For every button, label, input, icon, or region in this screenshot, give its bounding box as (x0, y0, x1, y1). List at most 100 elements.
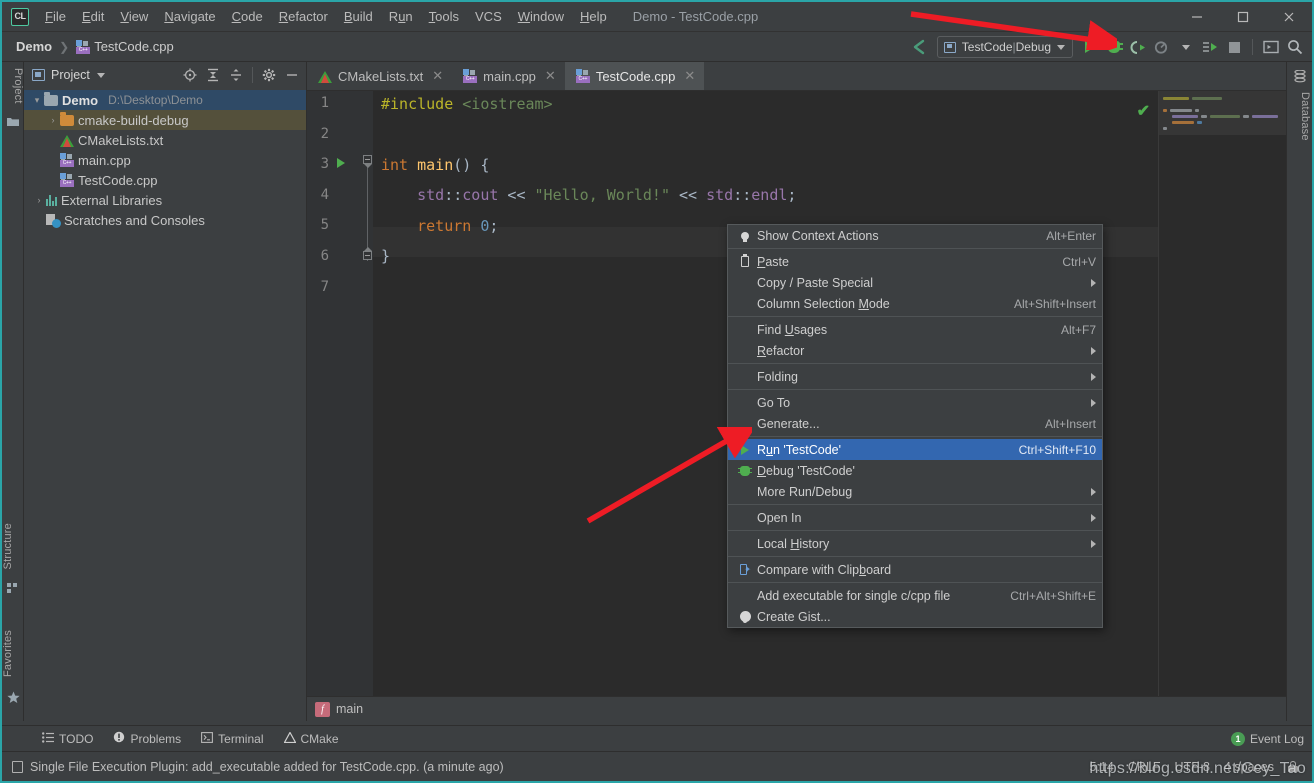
tree-item-cmakelists[interactable]: CMakeLists.txt (24, 130, 306, 150)
run-button[interactable] (1079, 35, 1101, 59)
menu-item-compare-with-clipboard[interactable]: ✦ Compare with Clipboard (728, 559, 1102, 580)
breadcrumb-project[interactable]: Demo (16, 39, 52, 54)
navigation-toolbar: Demo ❯ C++ TestCode.cpp TestCode|Debug (2, 32, 1312, 62)
menu-item-column-selection-mode[interactable]: Column Selection Mode Alt+Shift+Insert (728, 293, 1102, 314)
menu-item-folding[interactable]: Folding (728, 366, 1102, 387)
menu-tools[interactable]: Tools (421, 7, 467, 26)
tree-item-demo[interactable]: ▾ Demo D:\Desktop\Demo (24, 90, 306, 110)
menu-item-create-gist[interactable]: Create Gist... (728, 606, 1102, 627)
menu-item-shortcut: Alt+Enter (1046, 228, 1096, 243)
sidebar-tab-structure[interactable]: Structure (2, 519, 24, 573)
tab-close-icon[interactable]: ✕ (684, 68, 695, 84)
tab-label: TestCode.cpp (595, 68, 676, 84)
tree-item-external-libraries[interactable]: › External Libraries (24, 190, 306, 210)
sidebar-tab-favorites[interactable]: Favorites (2, 626, 24, 681)
chevron-down-icon[interactable]: ▾ (30, 95, 44, 106)
debug-button[interactable] (1103, 35, 1125, 59)
submenu-arrow-icon (1091, 278, 1096, 287)
bottom-tab-cmake[interactable]: CMake (274, 730, 349, 746)
bottom-tab-terminal[interactable]: Terminal (191, 732, 273, 746)
stop-button[interactable] (1223, 35, 1245, 59)
editor-context-menu: Show Context Actions Alt+Enter Paste Ctr… (727, 224, 1103, 628)
menu-item-more-run-debug[interactable]: More Run/Debug (728, 481, 1102, 502)
file-encoding[interactable]: UTF-8 (1175, 760, 1210, 774)
cpp-file-icon: C++ (463, 69, 478, 83)
close-button[interactable] (1266, 2, 1312, 32)
fold-collapse-end-icon[interactable] (363, 247, 372, 260)
status-message-area[interactable]: Single File Execution Plugin: add_execut… (2, 760, 504, 774)
breadcrumb-file[interactable]: TestCode.cpp (94, 39, 174, 54)
breadcrumb-function-name[interactable]: main (336, 702, 363, 716)
menu-edit[interactable]: Edit (74, 7, 112, 26)
gear-icon[interactable] (259, 65, 279, 85)
bottom-tab-todo[interactable]: TODO (32, 732, 103, 746)
menu-item-go-to[interactable]: Go To (728, 392, 1102, 413)
tree-item-main-cpp[interactable]: C++ main.cpp (24, 150, 306, 170)
profile-dropdown[interactable] (1175, 35, 1197, 59)
indent-setting[interactable]: 4 spaces (1224, 760, 1274, 774)
tab-close-icon[interactable]: ✕ (545, 68, 556, 84)
menu-item-open-in[interactable]: Open In (728, 507, 1102, 528)
caret-position[interactable]: 5:14 (1090, 760, 1114, 774)
menu-file-label: ile (52, 9, 66, 24)
menu-item-refactor[interactable]: Refactor (728, 340, 1102, 361)
menu-item-show-context-actions[interactable]: Show Context Actions Alt+Enter (728, 225, 1102, 246)
tab-main-cpp[interactable]: C++ main.cpp ✕ (452, 62, 565, 90)
inspection-status-icon[interactable]: ✔ (1137, 101, 1150, 121)
menu-vcs[interactable]: VCS (467, 7, 510, 26)
menu-file[interactable]: File (37, 7, 74, 26)
menu-item-generate[interactable]: Generate... Alt+Insert (728, 413, 1102, 434)
chevron-right-icon[interactable]: › (32, 195, 46, 205)
menu-item-debug-testcode[interactable]: Debug 'TestCode' (728, 460, 1102, 481)
menu-item-run-testcode[interactable]: Run 'TestCode' Ctrl+Shift+F10 (728, 439, 1102, 460)
sidebar-tab-project[interactable]: Project (2, 64, 24, 108)
menu-build[interactable]: Build (336, 7, 381, 26)
expand-all-icon[interactable] (203, 65, 223, 85)
run-with-coverage-button[interactable] (1127, 35, 1149, 59)
search-icon[interactable] (1284, 35, 1306, 59)
tab-testcode-cpp[interactable]: C++ TestCode.cpp ✕ (564, 62, 705, 90)
gutter-run-icon[interactable] (337, 158, 345, 168)
back-arrow-icon[interactable] (909, 35, 931, 59)
menu-navigate[interactable]: Navigate (156, 7, 223, 26)
menu-item-paste[interactable]: Paste Ctrl+V (728, 251, 1102, 272)
sidebar-tab-database[interactable]: Database (1289, 88, 1311, 145)
menu-window[interactable]: Window (510, 7, 572, 26)
chevron-right-icon[interactable]: › (46, 115, 60, 125)
menu-code[interactable]: Code (224, 7, 271, 26)
hide-panel-icon[interactable] (282, 65, 302, 85)
menu-view[interactable]: View (112, 7, 156, 26)
attach-to-process-button[interactable] (1199, 35, 1221, 59)
fold-collapse-start-icon[interactable] (363, 155, 372, 168)
tree-item-cmake-build-debug[interactable]: › cmake-build-debug (24, 110, 306, 130)
terminal-button[interactable] (1260, 35, 1282, 59)
project-panel-actions (180, 65, 302, 85)
read-write-lock-icon[interactable] (1288, 761, 1298, 772)
bottom-tab-problems[interactable]: Problems (103, 731, 191, 746)
tab-close-icon[interactable]: ✕ (432, 68, 443, 84)
profile-button[interactable] (1151, 35, 1173, 59)
run-configuration-selector[interactable]: TestCode|Debug (936, 36, 1073, 58)
minimize-button[interactable] (1174, 2, 1220, 32)
maximize-button[interactable] (1220, 2, 1266, 32)
editor-gutter[interactable]: 1 2 3 4 5 6 7 (307, 91, 373, 696)
code-minimap[interactable] (1158, 91, 1286, 696)
event-log-button[interactable]: 1 Event Log (1230, 731, 1312, 746)
tab-cmakelists-txt[interactable]: CMakeLists.txt ✕ (307, 62, 452, 90)
menu-item-copy-paste-special[interactable]: Copy / Paste Special (728, 272, 1102, 293)
menu-separator (728, 363, 1102, 364)
menu-refactor[interactable]: Refactor (271, 7, 336, 26)
tree-item-testcode-cpp[interactable]: C++ TestCode.cpp (24, 170, 306, 190)
line-separator[interactable]: CRLF (1128, 760, 1161, 774)
bottom-tab-label: Terminal (218, 731, 264, 746)
cmake-file-icon (318, 70, 332, 83)
menu-item-local-history[interactable]: Local History (728, 533, 1102, 554)
project-view-chevron-down-icon[interactable] (96, 72, 105, 78)
tree-item-scratches[interactable]: Scratches and Consoles (24, 210, 306, 230)
collapse-all-icon[interactable] (226, 65, 246, 85)
menu-item-find-usages[interactable]: Find Usages Alt+F7 (728, 319, 1102, 340)
menu-help[interactable]: Help (572, 7, 615, 26)
menu-run[interactable]: Run (381, 7, 421, 26)
menu-item-add-executable-single-file[interactable]: Add executable for single c/cpp file Ctr… (728, 585, 1102, 606)
locate-icon[interactable] (180, 65, 200, 85)
